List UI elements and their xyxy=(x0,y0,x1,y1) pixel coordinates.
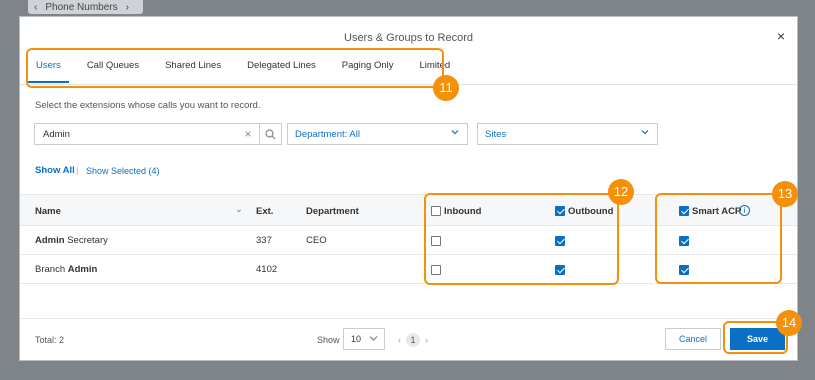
pagination: ‹ 1 › xyxy=(398,333,428,347)
chevron-down-icon xyxy=(451,128,459,138)
total-count: Total: 2 xyxy=(35,335,65,345)
callout-inbound-outbound xyxy=(424,193,619,285)
prev-page-icon[interactable]: ‹ xyxy=(398,335,401,345)
sites-select[interactable]: Sites xyxy=(477,123,658,145)
cancel-button[interactable]: Cancel xyxy=(665,328,721,350)
callout-marker-14: 14 xyxy=(776,310,802,336)
close-icon[interactable]: × xyxy=(777,29,785,43)
search-value[interactable]: Admin xyxy=(35,129,237,140)
callout-marker-11: 11 xyxy=(433,75,459,101)
backdrop-label: Phone Numbers xyxy=(45,2,118,13)
search-icon[interactable] xyxy=(259,124,281,144)
dialog-title: Users & Groups to Record xyxy=(344,32,473,44)
instructions-text: Select the extensions whose calls you wa… xyxy=(35,100,261,111)
row-ext: 4102 xyxy=(256,264,278,275)
row-department: CEO xyxy=(306,235,327,246)
back-arrow-icon: ‹ xyxy=(34,2,38,13)
filter-separator: | xyxy=(76,165,79,175)
sites-select-value: Sites xyxy=(485,128,507,140)
column-department: Department xyxy=(306,206,359,217)
page-size-select[interactable]: 10 xyxy=(343,328,385,350)
sort-chevron-icon[interactable]: ⌄ xyxy=(235,204,243,215)
page-size-label: Show xyxy=(317,335,340,345)
callout-marker-12: 12 xyxy=(608,179,634,205)
row-name: Branch Admin xyxy=(35,264,98,275)
backdrop-breadcrumb: ‹ Phone Numbers › xyxy=(28,0,143,14)
chevron-down-icon xyxy=(641,128,649,138)
search-input[interactable]: Admin × xyxy=(34,123,282,145)
department-select[interactable]: Department: All xyxy=(287,123,468,145)
row-name: Admin Secretary xyxy=(35,235,108,246)
chevron-down-icon xyxy=(369,329,378,349)
show-all-link[interactable]: Show All xyxy=(35,165,75,176)
row-ext: 337 xyxy=(256,235,272,246)
footer-divider xyxy=(20,318,797,319)
callout-marker-13: 13 xyxy=(772,181,798,207)
page-number[interactable]: 1 xyxy=(406,333,420,347)
column-ext: Ext. xyxy=(256,206,274,217)
callout-smart-acr xyxy=(655,193,782,284)
show-selected-link[interactable]: Show Selected (4) xyxy=(86,166,160,176)
department-select-value: Department: All xyxy=(295,128,360,140)
callout-tabs xyxy=(26,48,444,88)
clear-icon[interactable]: × xyxy=(237,127,259,141)
chevron-right-icon: › xyxy=(125,2,129,13)
column-name[interactable]: Name xyxy=(35,206,61,217)
next-page-icon[interactable]: › xyxy=(425,335,428,345)
page-size-value: 10 xyxy=(351,334,362,344)
